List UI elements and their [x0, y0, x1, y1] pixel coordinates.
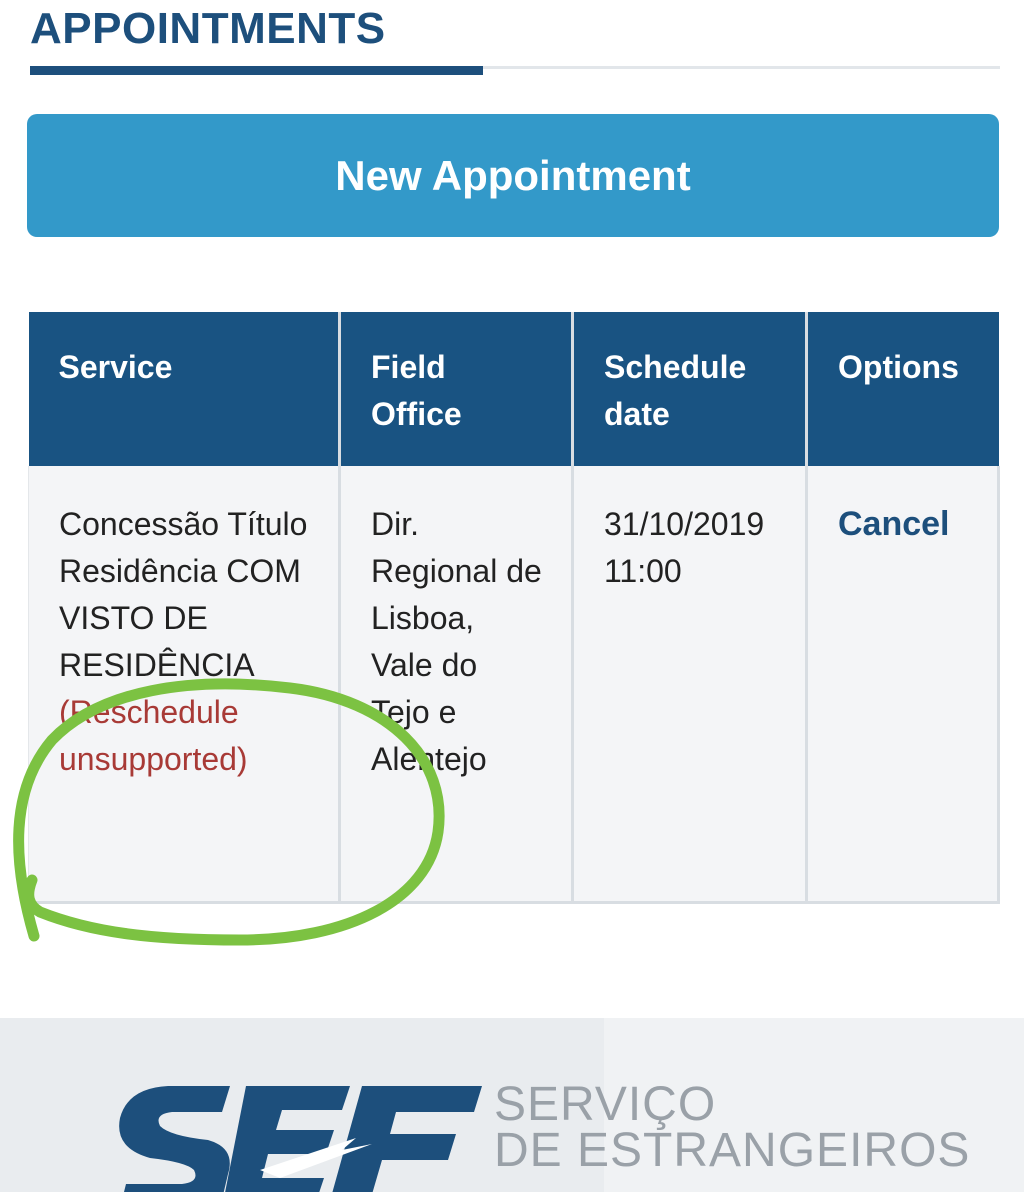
brand-line-2: DE ESTRANGEIROS — [494, 1124, 971, 1177]
footer: SERVIÇO DE ESTRANGEIROS — [0, 1018, 1024, 1192]
column-header-field-office: Field Office — [339, 312, 574, 466]
table-row: Concessão Título Residência COM VISTO DE… — [28, 466, 1000, 904]
brand-name: SERVIÇO DE ESTRANGEIROS — [494, 1078, 971, 1177]
cancel-link[interactable]: Cancel — [838, 505, 950, 543]
appointments-page: APPOINTMENTS New Appointment Service Fie… — [0, 0, 1024, 1192]
new-appointment-button[interactable]: New Appointment — [27, 114, 999, 237]
table-header-row: Service Field Office Schedule date Optio… — [28, 312, 999, 466]
column-header-service: Service — [28, 312, 341, 466]
service-name: Concessão Título Residência COM VISTO DE… — [59, 506, 308, 683]
field-office-name: Dir. Regional de Lisboa, Vale do Tejo e … — [371, 506, 542, 777]
appointments-table: Service Field Office Schedule date Optio… — [28, 312, 1000, 904]
page-title: APPOINTMENTS — [30, 4, 386, 53]
cell-options: Cancel — [806, 466, 1000, 904]
schedule-date-value: 31/10/2019 11:00 — [604, 506, 765, 589]
cell-service: Concessão Título Residência COM VISTO DE… — [28, 466, 341, 904]
column-header-options: Options — [806, 312, 999, 466]
title-underline — [30, 66, 483, 75]
cell-field-office: Dir. Regional de Lisboa, Vale do Tejo e … — [339, 466, 574, 904]
brand-line-1: SERVIÇO — [494, 1078, 717, 1131]
sef-logo-icon — [119, 1086, 482, 1192]
cell-schedule-date: 31/10/2019 11:00 — [572, 466, 808, 904]
reschedule-note: (Reschedule unsupported) — [59, 694, 248, 777]
column-header-schedule-date: Schedule date — [572, 312, 808, 466]
